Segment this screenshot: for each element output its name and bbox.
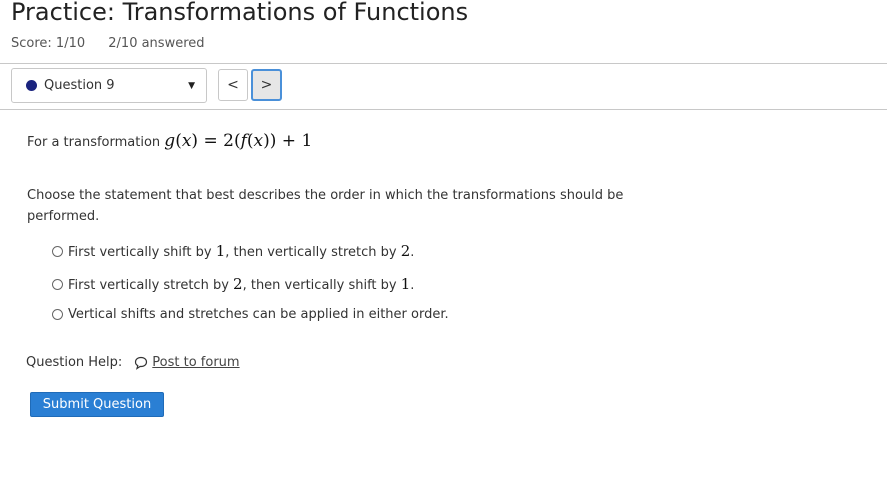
radio-button[interactable] bbox=[52, 309, 63, 320]
chevron-right-icon: > bbox=[260, 77, 273, 93]
answer-choice-1[interactable]: First vertically shift by 1, then vertic… bbox=[52, 242, 414, 260]
question-help: Question Help: Post to forum bbox=[26, 355, 240, 370]
answer-choice-3[interactable]: Vertical shifts and stretches can be app… bbox=[52, 307, 449, 322]
choice-label: Vertical shifts and stretches can be app… bbox=[68, 307, 449, 322]
score-text: Score: 1/10 bbox=[11, 36, 86, 51]
caret-down-icon: ▼ bbox=[188, 80, 195, 91]
post-to-forum-link[interactable]: Post to forum bbox=[152, 355, 239, 370]
chat-bubble-icon[interactable] bbox=[134, 356, 148, 370]
next-question-button[interactable]: > bbox=[251, 69, 282, 101]
choice-label: First vertically stretch by 2, then vert… bbox=[68, 275, 415, 293]
answered-count: 2/10 answered bbox=[108, 36, 205, 51]
divider-top bbox=[0, 63, 887, 64]
help-label: Question Help: bbox=[26, 355, 123, 370]
score-row: Score: 1/10 2/10 answered bbox=[11, 36, 205, 51]
chevron-left-icon: < bbox=[227, 77, 239, 93]
previous-question-button[interactable]: < bbox=[218, 69, 248, 101]
question-prompt: Choose the statement that best describes… bbox=[27, 188, 624, 224]
divider-nav bbox=[0, 109, 887, 110]
choice-label: First vertically shift by 1, then vertic… bbox=[68, 242, 415, 260]
radio-button[interactable] bbox=[52, 278, 63, 290]
question-select-label: Question 9 bbox=[44, 78, 115, 93]
page-title: Practice: Transformations of Functions bbox=[11, 0, 469, 26]
radio-button[interactable] bbox=[52, 245, 63, 257]
question-select[interactable]: Question 9 ▼ bbox=[11, 68, 207, 103]
submit-question-button[interactable]: Submit Question bbox=[30, 392, 164, 417]
question-intro: For a transformation g(x) = 2(f(x)) + 1 bbox=[27, 131, 312, 151]
transformation-equation: g(x) = 2(f(x)) + 1 bbox=[164, 131, 313, 151]
intro-text: For a transformation bbox=[27, 135, 161, 150]
question-status-dot bbox=[26, 80, 37, 91]
answer-choice-2[interactable]: First vertically stretch by 2, then vert… bbox=[52, 275, 414, 293]
